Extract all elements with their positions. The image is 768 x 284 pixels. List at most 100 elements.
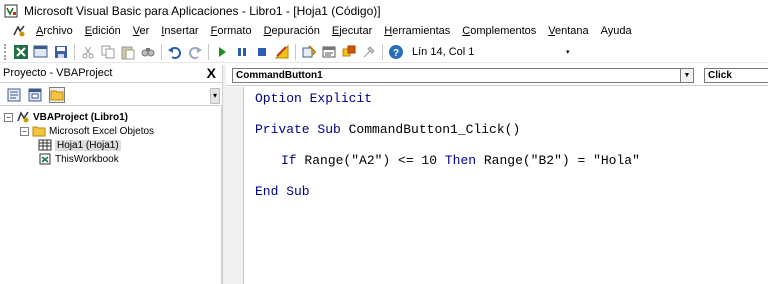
menu-ayuda[interactable]: Ayuda [595, 22, 638, 40]
procedure-combobox[interactable]: Click [704, 68, 768, 83]
project-explorer-icon[interactable] [301, 44, 317, 60]
project-tree: − VBAProject (Libro1) − Microsoft Excel … [0, 107, 222, 284]
object-combobox[interactable]: CommandButton1 ▼ [232, 68, 694, 83]
tree-item-thisworkbook[interactable]: ThisWorkbook [38, 152, 119, 166]
code-text: CommandButton1_Click() [340, 122, 521, 137]
worksheet-icon [38, 139, 52, 151]
collapse-icon[interactable]: − [20, 126, 29, 136]
title-bar: Microsoft Visual Basic para Aplicaciones… [0, 0, 768, 22]
help-icon[interactable]: ? [388, 44, 404, 60]
menu-edicion-mnemonic: E [84, 25, 93, 37]
find-icon[interactable] [140, 44, 156, 60]
menu-depuracion[interactable]: Depuración [258, 22, 326, 40]
code-keyword: Private Sub [255, 122, 341, 137]
view-code-icon[interactable] [6, 87, 22, 103]
toolbar-separator [161, 43, 162, 60]
menu-ventana[interactable]: Ventana [542, 22, 594, 40]
code-line: If Range("A2") <= 10 Then Range("B2") = … [281, 153, 640, 168]
code-line: Option Explicit [255, 91, 372, 106]
menu-herramientas-mnemonic: H [384, 25, 393, 37]
run-icon[interactable] [214, 44, 230, 60]
object-browser-icon[interactable] [341, 44, 357, 60]
menu-archivo[interactable]: Archivo [30, 22, 79, 40]
close-icon[interactable]: X [207, 65, 216, 81]
code-window-header: CommandButton1 ▼ Click [226, 65, 768, 86]
break-icon[interactable] [234, 44, 250, 60]
menu-ver-mnemonic: V [132, 25, 140, 37]
project-explorer-title: Proyecto - VBAProject [3, 67, 113, 79]
tree-label-vbaproject: VBAProject (Libro1) [33, 111, 129, 123]
menu-formato[interactable]: Formato [205, 22, 258, 40]
insert-userform-icon[interactable] [33, 44, 49, 60]
menu-ver-label: er [139, 25, 150, 37]
undo-icon[interactable] [167, 44, 183, 60]
code-line: Private Sub CommandButton1_Click() [255, 122, 520, 137]
code-keyword: Option Explicit [255, 91, 373, 106]
tree-item-excel-objects[interactable]: − Microsoft Excel Objetos [20, 124, 154, 138]
menu-depuracion-mnemonic: D [263, 25, 272, 37]
project-explorer-toolbar [0, 84, 222, 106]
code-margin-indicator-bar[interactable] [226, 87, 244, 284]
menu-archivo-label: rchivo [43, 25, 73, 37]
workbook-icon [39, 153, 51, 165]
menu-formato-label: ormato [217, 25, 252, 37]
chevron-down-icon[interactable]: ▼ [680, 69, 693, 82]
tree-item-hoja1[interactable]: Hoja1 (Hoja1) [38, 138, 121, 152]
toolbar-separator [208, 43, 209, 60]
vba-system-menu-icon[interactable] [12, 24, 26, 38]
code-keyword: If [281, 153, 297, 168]
menu-ejecutar-label: jecutar [339, 25, 373, 37]
save-icon[interactable] [53, 44, 69, 60]
code-keyword: End Sub [255, 184, 310, 199]
code-keyword: Then [444, 153, 477, 168]
paste-icon[interactable] [120, 44, 136, 60]
project-scroll-arrow[interactable]: ▾ [210, 88, 220, 104]
menu-edicion[interactable]: Edición [79, 22, 127, 40]
menu-ayuda-label: Ayuda [600, 25, 632, 37]
view-excel-icon[interactable] [13, 44, 29, 60]
reset-icon[interactable] [254, 44, 270, 60]
svg-text:?: ? [393, 48, 399, 59]
menu-insertar[interactable]: Insertar [155, 22, 204, 40]
tree-label-hoja1: Hoja1 (Hoja1) [55, 139, 121, 151]
menu-herramientas[interactable]: Herramientas [378, 22, 456, 40]
view-object-icon[interactable] [27, 87, 43, 103]
standard-toolbar: ? Lín 14, Col 1 [0, 41, 768, 63]
menu-ventana-mnemonic: V [548, 25, 556, 37]
toolbox-icon[interactable] [361, 44, 377, 60]
menu-complementos-label: omplementos [470, 25, 537, 37]
procedure-combobox-value: Click [708, 70, 732, 81]
menu-ver[interactable]: Ver [127, 22, 156, 40]
vba-app-icon [4, 4, 18, 18]
window-title: Microsoft Visual Basic para Aplicaciones… [24, 4, 381, 18]
folder-icon [32, 126, 46, 137]
code-editor[interactable]: Option Explicit Private Sub CommandButto… [245, 87, 768, 284]
toolbar-separator [295, 43, 296, 60]
copy-icon[interactable] [100, 44, 116, 60]
menu-ejecutar[interactable]: Ejecutar [326, 22, 378, 40]
tree-item-vbaproject[interactable]: − VBAProject (Libro1) [4, 110, 128, 124]
menu-ventana-label: entana [555, 25, 589, 37]
menu-edicion-label: dición [92, 25, 121, 37]
menu-insertar-label: nsertar [164, 25, 199, 37]
tree-label-excel-objects: Microsoft Excel Objetos [49, 125, 155, 137]
object-combobox-value: CommandButton1 [236, 70, 323, 81]
menu-depuracion-label: epuración [271, 25, 320, 37]
vbaproject-icon [17, 111, 29, 123]
toolbar-separator [382, 43, 383, 60]
project-explorer-header: Proyecto - VBAProject X [0, 65, 222, 83]
menu-bar: Archivo Edición Ver Insertar Formato Dep… [0, 22, 768, 40]
toolbar-grip[interactable] [4, 43, 8, 60]
cut-icon[interactable] [80, 44, 96, 60]
collapse-icon[interactable]: − [4, 112, 13, 122]
toggle-folders-icon[interactable] [49, 87, 65, 103]
tree-label-thisworkbook: ThisWorkbook [55, 153, 119, 165]
menu-complementos[interactable]: Complementos [456, 22, 542, 40]
code-text: Range("B2") = "Hola" [476, 153, 640, 168]
code-line: End Sub [255, 184, 310, 199]
design-mode-icon[interactable] [274, 44, 290, 60]
redo-icon[interactable] [187, 44, 203, 60]
toolbar-options-icon[interactable]: ▾ [566, 48, 574, 56]
properties-window-icon[interactable] [321, 44, 337, 60]
code-text: Range("A2") <= 10 [296, 153, 445, 168]
